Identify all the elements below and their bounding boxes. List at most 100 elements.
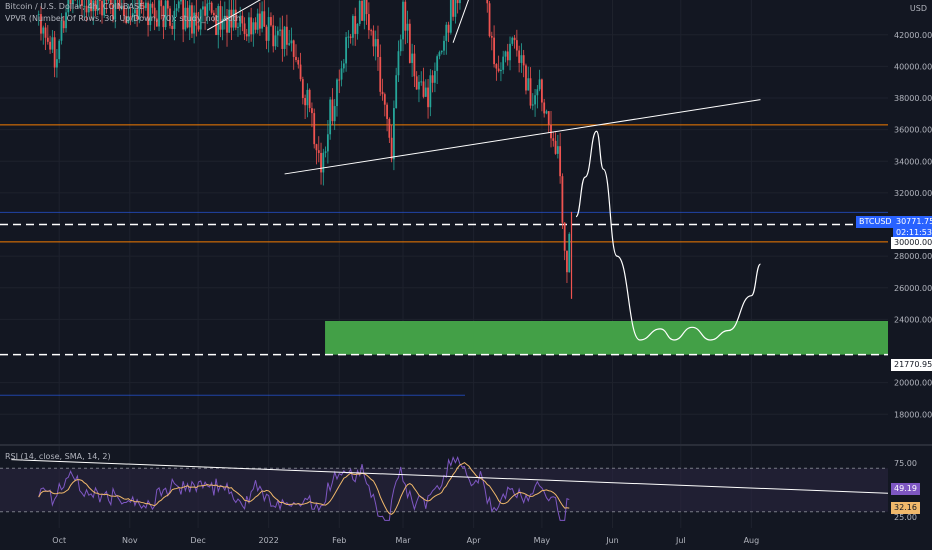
candle-body <box>261 11 263 29</box>
candle-body <box>46 37 49 42</box>
symbol-legend[interactable]: Bitcoin / U.S. Dollar, 4h, COINBASE <box>5 2 144 11</box>
candle-body <box>352 16 354 38</box>
candle-body <box>431 75 434 83</box>
candle-body <box>301 79 304 99</box>
candle-body <box>518 50 521 63</box>
candle-body <box>331 99 334 122</box>
time-tick-label: Jun <box>605 536 619 545</box>
candle-body <box>486 0 489 4</box>
candle-body <box>107 0 110 1</box>
price-tick-label: 24000.00 <box>894 315 932 324</box>
price-tick-label: 36000.00 <box>894 126 932 135</box>
candle-body <box>279 29 281 31</box>
candle-body <box>436 56 439 71</box>
candle-body <box>443 40 445 51</box>
candle-body <box>180 0 182 2</box>
time-tick-label: Nov <box>122 536 138 545</box>
time-tick-label: Feb <box>332 536 346 545</box>
candle-body <box>493 37 495 65</box>
candle-body <box>245 33 248 37</box>
candles <box>37 0 573 299</box>
candle-body <box>340 68 343 80</box>
candle-body <box>506 51 509 61</box>
candle-body <box>166 0 169 9</box>
candle-body <box>201 6 204 10</box>
candle-body <box>276 30 279 36</box>
candle-body <box>566 250 568 273</box>
candle-body <box>377 39 379 57</box>
candle-body <box>311 108 313 114</box>
candle-body <box>265 26 268 41</box>
candle-body <box>383 94 386 105</box>
candle-body <box>171 25 174 29</box>
candle-body <box>272 25 275 47</box>
time-tick-label: 2022 <box>258 536 278 545</box>
candle-body <box>317 150 320 153</box>
price-axis[interactable]: 42000.00 40000.00 38000.00 36000.00 34000.00… <box>894 31 932 522</box>
candle-body <box>379 56 382 92</box>
candle-body <box>445 24 448 41</box>
candle-body <box>408 23 411 63</box>
drawings[interactable] <box>206 0 762 341</box>
candle-body <box>299 64 302 80</box>
candle-body <box>175 8 178 11</box>
candle-body <box>285 26 288 45</box>
candle-body <box>315 144 318 151</box>
rsi-ma-badge: 32.16 <box>891 502 920 514</box>
rsi-band <box>0 468 888 512</box>
rsi-pane[interactable] <box>0 455 889 521</box>
candle-body <box>511 37 514 44</box>
candle-body <box>543 102 546 114</box>
chart-stage[interactable]: 42000.00 40000.00 38000.00 36000.00 34000.00… <box>0 0 932 550</box>
candle-body <box>447 24 450 33</box>
candle-body <box>290 40 293 44</box>
candle-body <box>534 95 536 105</box>
candle-body <box>338 79 341 81</box>
candle-body <box>527 78 530 91</box>
rsi-value-badge: 49.19 <box>891 483 920 495</box>
candle-body <box>547 111 550 125</box>
candle-body <box>420 81 423 83</box>
horizontal-levels[interactable] <box>0 124 888 396</box>
candle-body <box>322 152 325 173</box>
candle-body <box>531 104 534 106</box>
candle-body <box>237 26 239 28</box>
price-tick-label: 34000.00 <box>894 157 932 166</box>
candle-body <box>151 3 154 8</box>
price-tick-label: 20000.00 <box>894 379 932 388</box>
candle-body <box>349 36 352 38</box>
rsi-legend[interactable]: RSI (14, close, SMA, 14, 2) <box>5 452 111 461</box>
candle-body <box>345 37 347 64</box>
time-tick-label: Oct <box>52 536 66 545</box>
projection-path <box>575 130 762 341</box>
candle-body <box>397 51 400 76</box>
price-tick-label: 26000.00 <box>894 284 932 293</box>
candle-body <box>308 89 311 109</box>
time-tick-label: Dec <box>190 536 205 545</box>
candle-body <box>456 0 459 4</box>
candle-body <box>283 26 286 49</box>
price-tick-label: 40000.00 <box>894 62 932 71</box>
candle-body <box>250 17 253 35</box>
rsi-tick-label: 75.00 <box>894 459 917 468</box>
candle-body <box>326 134 329 152</box>
price-tick-label: 28000.00 <box>894 252 932 261</box>
candle-body <box>452 0 455 17</box>
candle-body <box>536 89 539 96</box>
candle-body <box>522 55 525 66</box>
candle-body <box>358 0 361 24</box>
support-zone[interactable] <box>325 320 888 355</box>
candle-body <box>365 0 368 15</box>
price-chart[interactable]: 42000.00 40000.00 38000.00 36000.00 34000.00… <box>0 0 932 550</box>
candle-body <box>550 124 552 139</box>
candle-body <box>329 99 332 135</box>
candle-body <box>105 0 108 1</box>
candle-body <box>427 87 429 108</box>
candle-body <box>561 176 564 223</box>
candle-body <box>259 13 261 29</box>
candle-body <box>388 118 391 138</box>
candle-body <box>504 51 507 57</box>
candle-body <box>241 15 244 24</box>
time-axis[interactable]: Oct Nov Dec 2022 Feb Mar Apr May Jun Jul Aug <box>52 536 759 545</box>
vpvr-legend[interactable]: VPVR (Number Of Rows, 30, Up/Down, 70): … <box>5 14 241 23</box>
